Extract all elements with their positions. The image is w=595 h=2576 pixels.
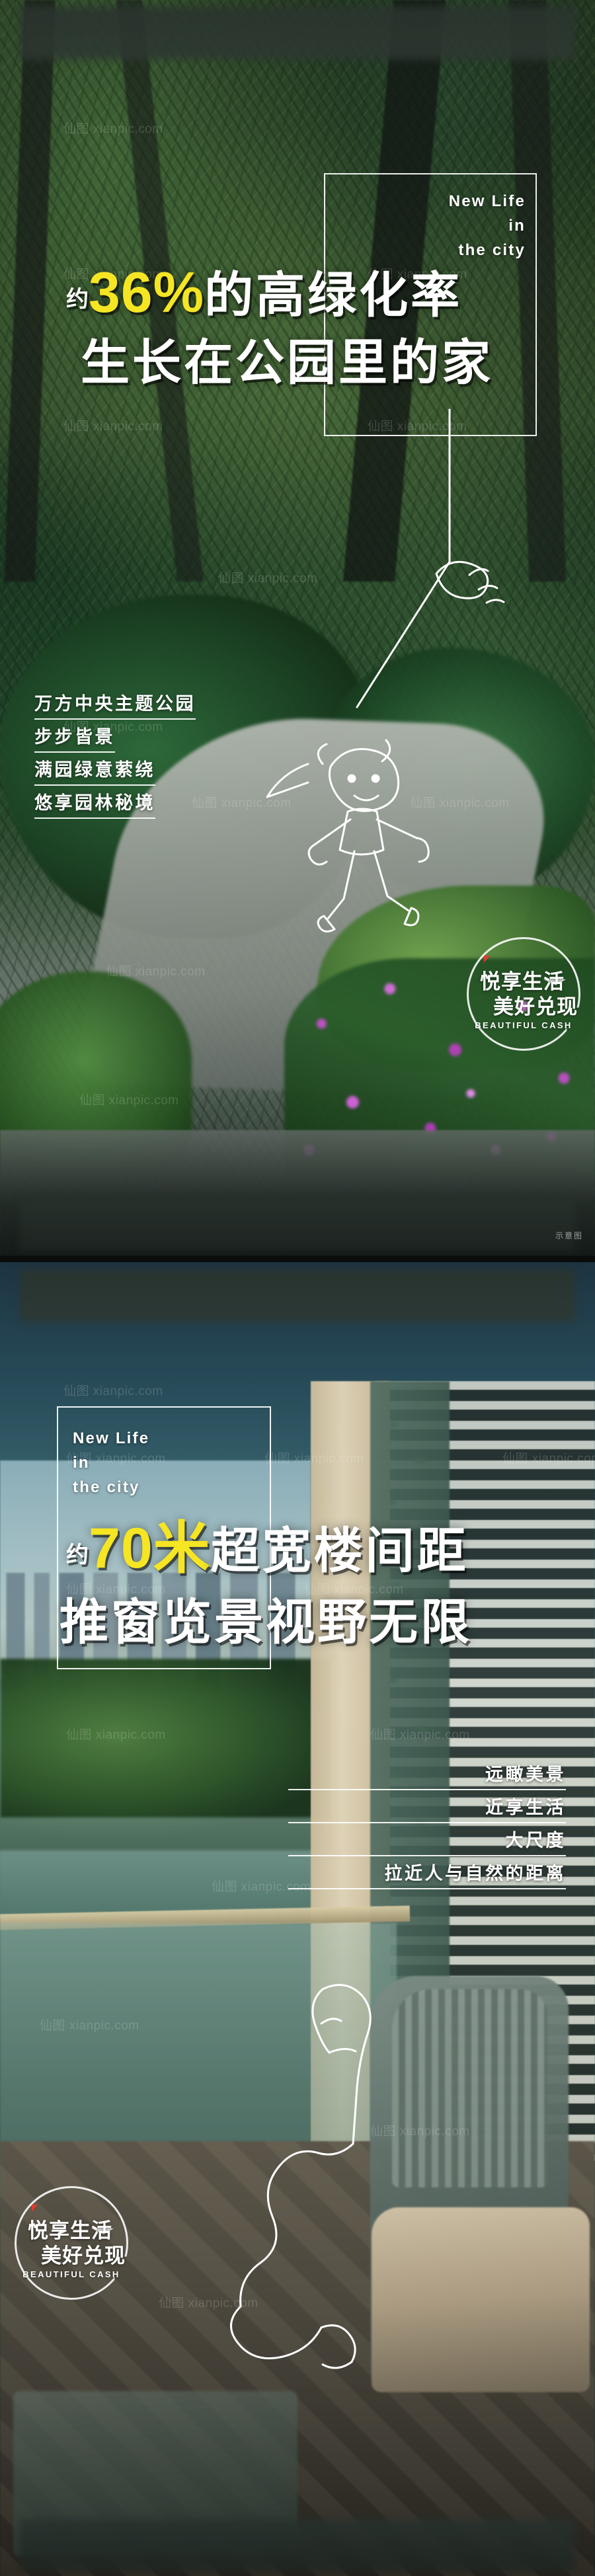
eyebrow-line-2: in	[73, 1454, 90, 1472]
headline-highlight: 36%	[89, 261, 205, 324]
badge-line-2: 美好兑现	[41, 2244, 126, 2267]
panel-1-bottom-blur-bar	[20, 1199, 575, 1250]
badge-english: BEAUTIFUL CASH	[475, 1020, 573, 1030]
armchair-backrest	[392, 1989, 547, 2187]
panel-2-eyebrow: New Life in the city	[73, 1426, 271, 1500]
list-item: 万方中央主题公园	[34, 694, 196, 720]
list-item: 近享生活	[288, 1798, 566, 1824]
badge-triangle-icon	[484, 956, 490, 963]
panel-1-caption: 示意图	[555, 1231, 583, 1240]
badge-english: BEAUTIFUL CASH	[22, 2269, 120, 2279]
panel-2-headline-line-1: 约70米超宽楼间距	[66, 1520, 469, 1577]
panel-1-feature-list: 万方中央主题公园 步步皆景 满园绿意萦绕 悠享园林秘境	[34, 694, 196, 826]
list-item: 满园绿意萦绕	[34, 760, 155, 786]
panel-2-feature-list: 远瞰美景 近享生活 大尺度 拉近人与自然的距离	[288, 1764, 566, 1897]
list-item: 远瞰美景	[288, 1764, 566, 1791]
eyebrow-line-1: New Life	[448, 192, 526, 210]
panel-1-headline-line-1: 约36%的高绿化率	[66, 264, 462, 321]
panel-1-brand-badge: 悦享生活 美好兑现 BEAUTIFUL CASH	[467, 937, 580, 1051]
panel-garden: 仙图 xianpic.com 仙图 xianpic.com 仙图 xianpic…	[0, 0, 595, 1256]
panel-2-top-blur-bar	[20, 1269, 575, 1322]
panel-2-brand-badge: 悦享生活 美好兑现 BEAUTIFUL CASH	[15, 2186, 128, 2300]
panel-1-headline-line-2: 生长在公园里的家	[81, 335, 493, 390]
panel-divider	[0, 1256, 595, 1262]
badge-line-2: 美好兑现	[493, 995, 578, 1018]
water-body	[0, 1817, 331, 1916]
list-item: 拉近人与自然的距离	[288, 1864, 566, 1890]
badge-triangle-icon	[32, 2205, 38, 2212]
panel-2-headline-line-2: 推窗览景视野无限	[60, 1595, 472, 1649]
panel-1-eyebrow: New Life in the city	[311, 189, 526, 263]
panel-1-top-blur-bar	[20, 7, 575, 59]
headline-rest: 超宽楼间距	[210, 1523, 469, 1578]
headline-rest: 的高绿化率	[204, 268, 463, 322]
headline-prefix: 约	[66, 1542, 89, 1568]
headline-highlight: 70米	[89, 1517, 211, 1580]
eyebrow-line-3: the city	[73, 1478, 140, 1497]
eyebrow-line-1: New Life	[73, 1429, 150, 1447]
panel-2-bottom-blur-bar	[20, 2519, 575, 2571]
armchair-seat	[372, 2207, 590, 2392]
list-item: 步步皆景	[34, 727, 115, 753]
eyebrow-line-2: in	[508, 217, 526, 235]
eyebrow-line-3: the city	[458, 241, 526, 260]
list-item: 悠享园林秘境	[34, 793, 155, 819]
headline-prefix: 约	[66, 287, 89, 312]
list-item: 大尺度	[288, 1831, 566, 1857]
panel-balcony: 仙图 xianpic.com 仙图 xianpic.com 仙图 xianpic…	[0, 1262, 595, 2576]
poster-page: 仙图 xianpic.com 仙图 xianpic.com 仙图 xianpic…	[0, 0, 595, 2576]
